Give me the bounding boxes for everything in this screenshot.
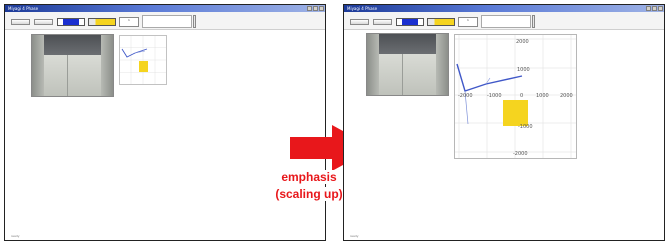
yellow-color-swatch[interactable] — [427, 18, 455, 26]
small-map-plot — [119, 35, 167, 85]
y-tick-label: 2000 — [516, 39, 529, 45]
maximize-button[interactable] — [313, 6, 318, 11]
status-log — [142, 15, 192, 28]
toolbar-button-1[interactable] — [350, 19, 369, 25]
toolbar: 1 — [5, 12, 325, 30]
target-box — [503, 100, 528, 126]
y-tick-label: -2000 — [513, 151, 528, 157]
status-footer: ready — [11, 234, 20, 238]
x-tick-label: -1000 — [487, 93, 502, 99]
status-log — [481, 15, 531, 28]
close-button[interactable] — [658, 6, 663, 11]
y-tick-label: -1000 — [518, 124, 533, 130]
title-bar: Miyagi 4 Phase — [5, 5, 325, 12]
target-box — [139, 61, 148, 72]
large-map-plot: -2000 -1000 0 1000 2000 2000 1000 -1000 … — [454, 34, 577, 159]
maximize-button[interactable] — [652, 6, 657, 11]
x-tick-label: 0 — [520, 93, 523, 99]
toolbar: 1 — [344, 12, 664, 30]
status-scrollbar[interactable] — [532, 15, 535, 28]
x-tick-label: 1000 — [536, 93, 549, 99]
blue-color-swatch[interactable] — [396, 18, 424, 26]
window-title: Miyagi 4 Phase — [8, 6, 39, 11]
right-app-window: Miyagi 4 Phase 1 -2000 -1000 0 1000 2000… — [343, 4, 665, 241]
y-tick-label: 1000 — [517, 67, 530, 73]
close-button[interactable] — [319, 6, 324, 11]
title-bar: Miyagi 4 Phase — [344, 5, 664, 12]
window-controls — [646, 6, 663, 11]
status-footer: ready — [350, 234, 359, 238]
blue-color-swatch[interactable] — [57, 18, 85, 26]
left-app-window: Miyagi 4 Phase 1 ready — [4, 4, 326, 241]
minimize-button[interactable] — [646, 6, 651, 11]
value-field[interactable]: 1 — [119, 17, 139, 27]
toolbar-button-2[interactable] — [373, 19, 392, 25]
x-tick-label: -2000 — [458, 93, 473, 99]
camera-view — [31, 34, 114, 97]
camera-view — [366, 33, 449, 96]
window-title: Miyagi 4 Phase — [347, 6, 378, 11]
toolbar-button-1[interactable] — [11, 19, 30, 25]
window-controls — [307, 6, 324, 11]
status-scrollbar[interactable] — [193, 15, 196, 28]
yellow-color-swatch[interactable] — [88, 18, 116, 26]
minimize-button[interactable] — [307, 6, 312, 11]
value-field[interactable]: 1 — [458, 17, 478, 27]
x-tick-label: 2000 — [560, 93, 573, 99]
toolbar-button-2[interactable] — [34, 19, 53, 25]
